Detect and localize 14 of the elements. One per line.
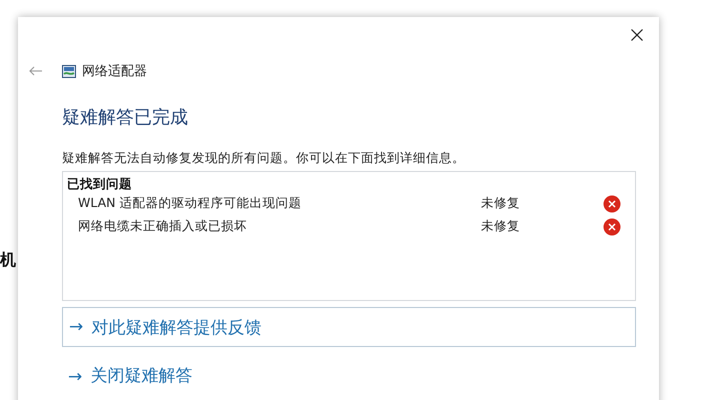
command-link[interactable]: → 关闭疑难解答 xyxy=(62,353,636,387)
close-icon[interactable] xyxy=(631,29,643,41)
problem-name: 网络电缆未正确插入或已损坏 xyxy=(78,218,248,235)
problem-status: 未修复 xyxy=(481,218,521,235)
back-arrow-icon[interactable] xyxy=(29,66,43,76)
window-title: 网络适配器 xyxy=(82,63,147,80)
description: 疑难解答无法自动修复发现的所有问题。你可以在下面找到详细信息。 xyxy=(62,149,466,166)
heading: 疑难解答已完成 xyxy=(62,106,189,130)
problem-status: 未修复 xyxy=(481,195,521,212)
network-adapter-icon xyxy=(62,64,76,78)
problems-title: 已找到问题 xyxy=(67,175,133,192)
command-link[interactable]: → 对此疑难解答提供反馈 xyxy=(62,307,636,347)
problem-name: WLAN 适配器的驱动程序可能出现问题 xyxy=(78,195,302,212)
background-text: 机 xyxy=(0,250,16,271)
